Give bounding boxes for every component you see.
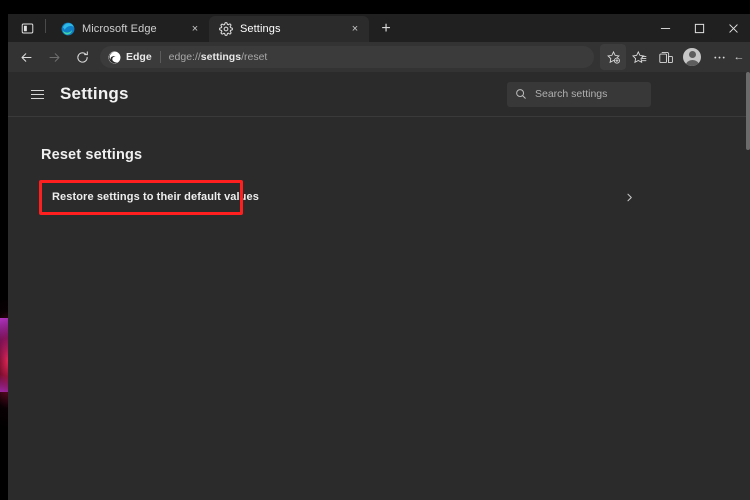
browser-window: Microsoft Edge × Settings × + Edge edge:… <box>8 14 750 500</box>
window-controls <box>648 14 750 42</box>
avatar <box>683 48 701 66</box>
gear-icon <box>218 22 233 37</box>
omnibox-divider <box>159 51 161 63</box>
close-icon[interactable]: × <box>187 21 203 37</box>
settings-content: Reset settings Restore settings to their… <box>8 117 750 215</box>
tab-strip: Microsoft Edge × Settings × + <box>8 14 750 42</box>
tab-settings[interactable]: Settings × <box>209 16 369 42</box>
new-tab-button[interactable]: + <box>373 17 399 41</box>
close-button[interactable] <box>716 14 750 42</box>
url-text: edge://settings/reset <box>169 51 586 63</box>
reset-settings-heading: Reset settings <box>41 147 143 163</box>
tab-actions-icon[interactable] <box>14 17 40 39</box>
forward-icon <box>40 44 68 70</box>
url-highlight: settings <box>200 51 242 63</box>
tab-title: Settings <box>240 23 281 35</box>
refresh-icon[interactable] <box>68 44 96 70</box>
maximize-button[interactable] <box>682 14 716 42</box>
search-settings-input[interactable]: Search settings <box>507 81 651 107</box>
edge-chip-label: Edge <box>126 51 152 63</box>
collections-icon[interactable] <box>652 44 678 70</box>
page-title: Settings <box>60 84 129 103</box>
search-icon <box>515 88 527 100</box>
restore-defaults-label[interactable]: Restore settings to their default values <box>41 182 270 212</box>
page-scrollbar-thumb[interactable] <box>746 72 750 150</box>
search-placeholder: Search settings <box>535 88 608 100</box>
settings-header: Settings Search settings <box>8 72 750 117</box>
edge-brand-chip: Edge <box>108 51 152 64</box>
favorites-icon[interactable] <box>626 44 652 70</box>
restore-defaults-wrap: Restore settings to their default values <box>39 180 270 215</box>
toolbar-collapse-arrow-icon[interactable]: ← <box>732 51 746 63</box>
tab-strip-left <box>8 14 51 42</box>
add-favorite-icon[interactable] <box>600 44 626 70</box>
edge-logo-icon <box>60 22 75 37</box>
close-icon[interactable]: × <box>347 21 363 37</box>
edge-logo-icon <box>108 51 121 63</box>
tab-title: Microsoft Edge <box>82 23 157 35</box>
settings-and-more-icon[interactable] <box>706 44 732 70</box>
url-prefix: edge:// <box>168 51 201 63</box>
tab-microsoft-edge[interactable]: Microsoft Edge × <box>51 16 209 42</box>
tab-strip-divider <box>45 19 46 33</box>
hamburger-menu-icon[interactable] <box>22 79 52 109</box>
minimize-button[interactable] <box>648 14 682 42</box>
back-icon[interactable] <box>12 44 40 70</box>
settings-page: Settings Search settings Reset settings … <box>8 72 750 500</box>
restore-defaults-row[interactable]: Restore settings to their default values <box>39 180 632 215</box>
tab-strip-drag-area <box>399 14 648 42</box>
profile-button[interactable] <box>678 44 706 70</box>
browser-toolbar: Edge edge://settings/reset ← <box>8 42 750 72</box>
address-bar[interactable]: Edge edge://settings/reset <box>100 46 594 68</box>
url-suffix: /reset <box>241 51 268 63</box>
chevron-right-icon[interactable] <box>624 192 635 203</box>
